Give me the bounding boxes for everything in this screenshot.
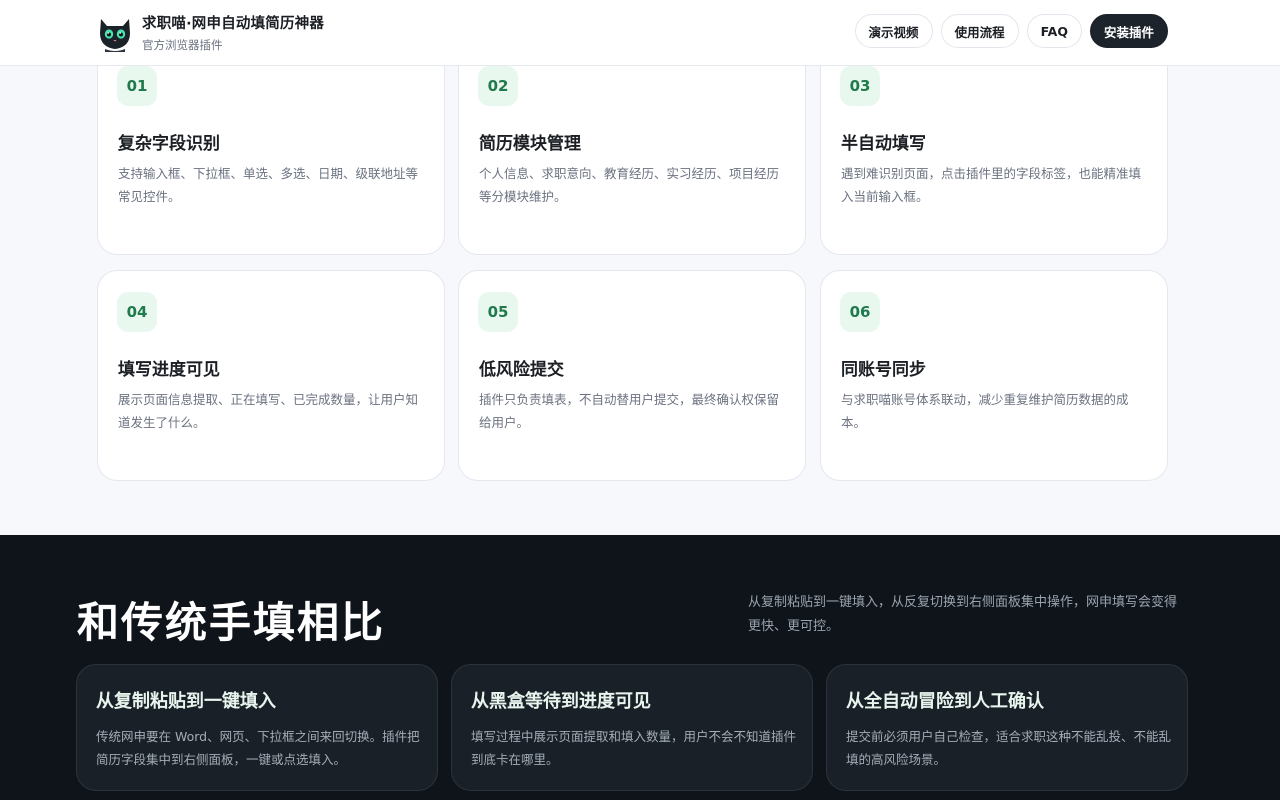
feature-card: 05 低风险提交 插件只负责填表，不自动替用户提交，最终确认权保留给用户。 bbox=[458, 270, 806, 481]
faq-button[interactable]: FAQ bbox=[1026, 14, 1082, 48]
comparison-title: 和传统手填相比 bbox=[77, 598, 386, 647]
feature-number-badge: 03 bbox=[840, 66, 880, 106]
feature-title: 半自动填写 bbox=[841, 134, 926, 154]
feature-number-badge: 06 bbox=[840, 292, 880, 332]
comparison-card: 从复制粘贴到一键填入 传统网申要在 Word、网页、下拉框之间来回切换。插件把简… bbox=[76, 664, 438, 791]
feature-card: 02 简历模块管理 个人信息、求职意向、教育经历、实习经历、项目经历等分模块维护… bbox=[458, 44, 806, 255]
feature-card: 03 半自动填写 遇到难识别页面，点击插件里的字段标签，也能精准填入当前输入框。 bbox=[820, 44, 1168, 255]
brand-title: 求职喵·网申自动填简历神器 bbox=[142, 16, 325, 32]
feature-desc: 展示页面信息提取、正在填写、已完成数量，让用户知道发生了什么。 bbox=[118, 392, 419, 430]
comparison-card-title: 从黑盒等待到进度可见 bbox=[471, 691, 651, 712]
install-plugin-button[interactable]: 安装插件 bbox=[1089, 14, 1168, 48]
comparison-card-desc: 传统网申要在 Word、网页、下拉框之间来回切换。插件把简历字段集中到右侧面板，… bbox=[96, 729, 420, 767]
brand[interactable]: 求职喵·网申自动填简历神器 官方浏览器插件 bbox=[96, 12, 324, 53]
feature-card: 04 填写进度可见 展示页面信息提取、正在填写、已完成数量，让用户知道发生了什么… bbox=[97, 270, 445, 481]
comparison-card-title: 从复制粘贴到一键填入 bbox=[96, 691, 276, 712]
feature-card: 01 复杂字段识别 支持输入框、下拉框、单选、多选、日期、级联地址等常见控件。 bbox=[97, 44, 445, 255]
comparison-card-title: 从全自动冒险到人工确认 bbox=[846, 691, 1044, 712]
feature-desc: 插件只负责填表，不自动替用户提交，最终确认权保留给用户。 bbox=[479, 392, 780, 430]
feature-title: 填写进度可见 bbox=[118, 360, 220, 380]
comparison-card-desc: 提交前必须用户自己检查，适合求职这种不能乱投、不能乱填的高风险场景。 bbox=[846, 729, 1172, 767]
usage-flow-button[interactable]: 使用流程 bbox=[940, 14, 1019, 48]
feature-desc: 遇到难识别页面，点击插件里的字段标签，也能精准填入当前输入框。 bbox=[841, 166, 1142, 204]
comparison-section: 和传统手填相比 从复制粘贴到一键填入，从反复切换到右侧面板集中操作，网申填写会变… bbox=[0, 535, 1280, 800]
top-header: 求职喵·网申自动填简历神器 官方浏览器插件 演示视频 使用流程 FAQ 安装插件 bbox=[0, 0, 1280, 66]
demo-video-button[interactable]: 演示视频 bbox=[854, 14, 933, 48]
feature-desc: 与求职喵账号体系联动，减少重复维护简历数据的成本。 bbox=[841, 392, 1129, 430]
feature-title: 低风险提交 bbox=[479, 360, 564, 380]
feature-desc: 支持输入框、下拉框、单选、多选、日期、级联地址等常见控件。 bbox=[118, 166, 419, 204]
feature-title: 同账号同步 bbox=[841, 360, 926, 380]
comparison-desc: 从复制粘贴到一键填入，从反复切换到右侧面板集中操作，网申填写会变得更快、更可控。 bbox=[748, 595, 1178, 634]
feature-number-badge: 04 bbox=[117, 292, 157, 332]
comparison-card: 从黑盒等待到进度可见 填写过程中展示页面提取和填入数量，用户不会不知道插件到底卡… bbox=[451, 664, 813, 791]
feature-number-badge: 05 bbox=[478, 292, 518, 332]
feature-title: 复杂字段识别 bbox=[118, 134, 220, 154]
feature-card: 06 同账号同步 与求职喵账号体系联动，减少重复维护简历数据的成本。 bbox=[820, 270, 1168, 481]
comparison-card-desc: 填写过程中展示页面提取和填入数量，用户不会不知道插件到底卡在哪里。 bbox=[471, 729, 797, 767]
top-nav: 演示视频 使用流程 FAQ 安装插件 bbox=[854, 14, 1168, 48]
feature-title: 简历模块管理 bbox=[479, 134, 581, 154]
feature-number-badge: 01 bbox=[117, 66, 157, 106]
feature-desc: 个人信息、求职意向、教育经历、实习经历、项目经历等分模块维护。 bbox=[479, 166, 780, 204]
comparison-card: 从全自动冒险到人工确认 提交前必须用户自己检查，适合求职这种不能乱投、不能乱填的… bbox=[826, 664, 1188, 791]
brand-subtitle: 官方浏览器插件 bbox=[142, 38, 223, 52]
feature-number-badge: 02 bbox=[478, 66, 518, 106]
cat-logo-icon bbox=[100, 18, 130, 52]
